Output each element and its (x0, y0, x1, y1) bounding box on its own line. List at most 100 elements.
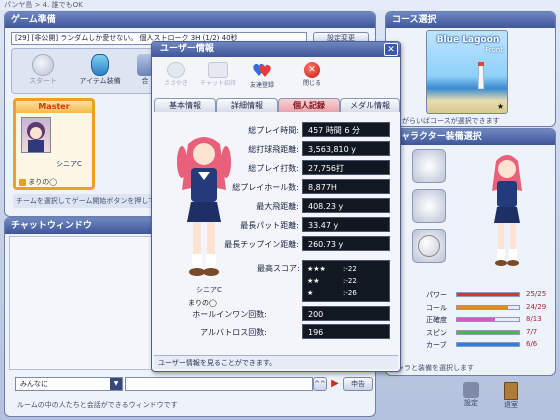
hole-in-one-label: ホールインワン回数: (192, 310, 267, 319)
club-slot-2[interactable] (412, 189, 446, 223)
chat-invite-button[interactable]: チャット招待 (196, 62, 240, 94)
chat-send-button[interactable]: 申告 (343, 377, 373, 391)
window-title: パンヤ島 > 4. 誰でもOK (0, 0, 560, 10)
course-hint: ークがらいばコースが選択できます (388, 117, 500, 125)
tab-medal-info[interactable]: メダル情報 (340, 98, 400, 112)
albatross-value: 196 (302, 324, 390, 339)
stat-bar-fill (457, 330, 519, 334)
record-row: 総プレイ打数: 27,756打 (152, 160, 400, 176)
chevron-down-icon: ▼ (110, 378, 122, 390)
chat-footer: ルームの中の人たちと会話ができるウィンドウです (17, 401, 178, 409)
best-score-value: :-26 (343, 289, 357, 297)
record-row: 最長パット距離: 33.47 y (152, 217, 400, 233)
stat-value: 25/25 (526, 290, 547, 298)
record-value: 27,756打 (302, 160, 390, 175)
club-slot-1[interactable] (412, 149, 446, 183)
record-label: 総打球飛距離: (248, 145, 299, 154)
settings-button[interactable]: 設定 (456, 380, 486, 418)
exit-label: 退室 (504, 401, 518, 409)
whisper-label: ささやき (163, 80, 188, 87)
user-info-titlebar: ユーザー情報 (152, 42, 400, 57)
chat-channel-select[interactable]: みんなに ▼ (15, 377, 123, 391)
record-value: 3,563,810 y (302, 141, 390, 156)
record-row: 最長チップイン距離: 260.73 y (152, 236, 400, 252)
star-icon: ★ (496, 102, 504, 111)
record-label: 総プレイ打数: (248, 164, 299, 173)
record-label: 最長チップイン距離: (224, 240, 299, 249)
chat-invite-label: チャット招待 (200, 80, 236, 87)
tab-detail-info[interactable]: 詳細情報 (216, 98, 278, 112)
stat-bar-fill (457, 318, 496, 321)
avatar (21, 117, 51, 153)
stat-value: 6/6 (526, 340, 538, 348)
chat-channel-value: みんなに (20, 380, 48, 388)
record-value: 33.47 y (302, 217, 390, 232)
chat-invite-icon (208, 62, 228, 78)
owner-name: まりの◯ (28, 178, 58, 186)
start-button[interactable]: スタート (21, 52, 65, 92)
stat-name: カーブ (426, 341, 447, 349)
course-name: Blue Lagoon (436, 35, 500, 45)
item-equip-label: アイテム装備 (79, 77, 121, 85)
stat-row: スピン 7/7 (426, 327, 554, 339)
close-icon[interactable]: ✕ (384, 43, 398, 56)
player-card[interactable]: Master シニアC まりの◯ (13, 98, 95, 190)
tab-basic-info[interactable]: 基本情報 (154, 98, 216, 112)
stat-name: コール (426, 303, 447, 312)
equip-title: キャラクター装備選択 (386, 129, 555, 145)
dialog-close-button[interactable]: ✕ 閉じる (296, 62, 328, 94)
game-prep-hint: チームを選択してゲーム開始ボタンを押して (13, 194, 163, 208)
record-label: 総プレイ時間: (248, 126, 299, 135)
emoticon-toggle-button[interactable]: ^^ (313, 377, 327, 391)
record-list: 総プレイ時間: 457 時間 6 分総打球飛距離: 3,563,810 y 総プレイ打… (152, 122, 400, 251)
course-window: コース選択 Blue Lagoon Front ★ ークがらいばコースが選択でき… (385, 11, 556, 127)
chat-input[interactable] (125, 377, 313, 391)
record-row: 総打球飛距離: 3,563,810 y (152, 141, 400, 157)
close-label: 閉じる (302, 80, 321, 87)
record-label: 最長パット距離: (240, 221, 299, 230)
stat-row: 正確度 8/13 (426, 314, 554, 326)
stat-bar-fill (457, 343, 519, 346)
stat-bar (456, 317, 520, 322)
record-value: 457 時間 6 分 (302, 122, 390, 137)
whisper-icon (167, 62, 185, 78)
stat-name: 正確度 (426, 316, 447, 324)
record-value: 8,877H (302, 179, 390, 194)
stat-value: 7/7 (526, 327, 538, 336)
owner-icon (19, 178, 26, 186)
ball-slot[interactable] (412, 229, 446, 263)
start-label: スタート (29, 77, 57, 85)
mic-icon[interactable]: ▶ (329, 376, 341, 392)
tab-personal-record[interactable]: 個人記録 (278, 98, 340, 112)
player-name: シニアC (56, 160, 82, 168)
record-value: 260.73 y (302, 236, 390, 251)
stat-name: スピン (426, 328, 447, 337)
whisper-button[interactable]: ささやき (158, 62, 194, 94)
stat-list: パワー 25/25 コール 24/29 正確度 8/13 スピン 7/7 カーブ 6/6 (426, 289, 554, 353)
user-info-footer: ユーザー情報を見ることができます。 (154, 355, 398, 369)
lighthouse-icon (477, 62, 485, 89)
equip-character-figure (492, 155, 522, 266)
best-score-box: ★★★:-22 ★★:-22 ★:-26 (302, 260, 390, 302)
item-equip-button[interactable]: アイテム装備 (75, 52, 125, 92)
record-label: 最大飛距離: (256, 202, 299, 211)
record-value: 408.23 y (302, 198, 390, 213)
course-card[interactable]: Blue Lagoon Front ★ (426, 30, 508, 114)
best-score-value: :-22 (343, 277, 357, 285)
golf-ball-icon (418, 235, 440, 257)
record-row: 総プレイホール数: 8,877H (152, 179, 400, 195)
equip-footer: キャラと装備を選択します (390, 364, 474, 372)
stat-row: パワー 25/25 (426, 289, 554, 301)
best-score-line: ★★:-22 (307, 275, 385, 287)
friend-add-button[interactable]: 友達登録 (244, 62, 280, 94)
stat-value: 24/29 (526, 302, 547, 311)
stat-bar-fill (457, 305, 509, 309)
hole-in-one-value: 200 (302, 306, 390, 321)
record-label: 総プレイホール数: (232, 183, 299, 192)
user-info-dialog: ユーザー情報 ✕ ささやき チャット招待 友達登録 ✕ 閉じる 基本情報 詳細情… (151, 41, 401, 372)
stat-bar (456, 304, 520, 310)
gear-icon (463, 382, 479, 398)
stat-name: パワー (426, 291, 447, 299)
exit-button[interactable]: 退室 (496, 380, 526, 418)
hole-in-one-row: ホールインワン回数: 200 (152, 306, 400, 322)
